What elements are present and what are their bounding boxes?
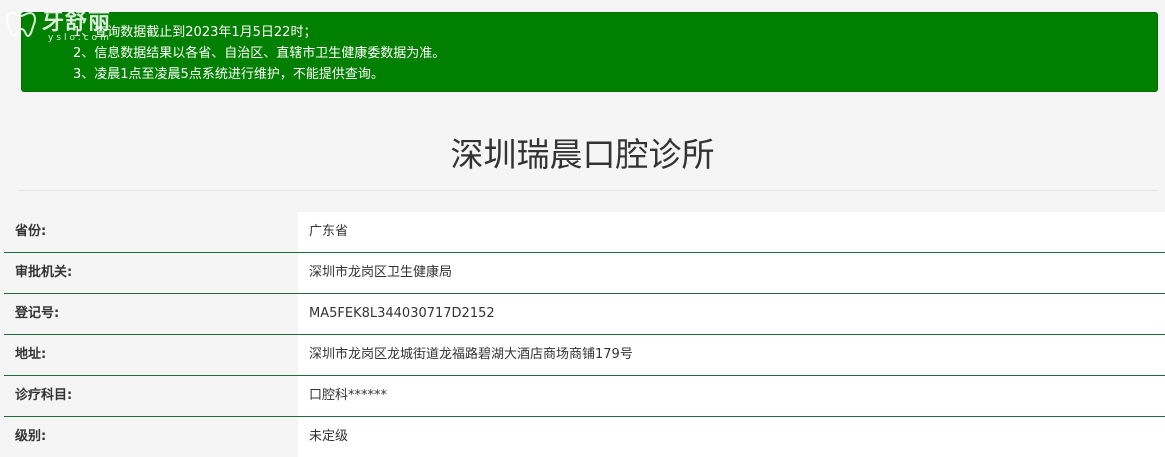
- watermark-text: 牙舒丽: [42, 9, 112, 35]
- row-value: 深圳市龙岗区卫生健康局: [298, 253, 1165, 293]
- notice-item: 3、凌晨1点至凌晨5点系统进行维护，不能提供查询。: [73, 67, 384, 82]
- row-label: 诊疗科目:: [4, 376, 298, 416]
- notice-item: 2、信息数据结果以各省、自治区、直辖市卫生健康委数据为准。: [73, 46, 446, 61]
- title-divider: [18, 190, 1158, 191]
- tooth-icon: [6, 11, 36, 38]
- info-row-departments: 诊疗科目: 口腔科******: [4, 376, 1165, 417]
- row-value: 口腔科******: [298, 376, 1165, 416]
- row-value: MA5FEK8L344030717D2152: [298, 294, 1165, 334]
- info-row-registration: 登记号: MA5FEK8L344030717D2152: [4, 294, 1165, 335]
- notice-banner: 1、查询数据截止到2023年1月5日22时； 2、信息数据结果以各省、自治区、直…: [21, 12, 1158, 92]
- watermark-logo: 牙舒丽 yslo.com: [4, 4, 134, 44]
- page: 1、查询数据截止到2023年1月5日22时； 2、信息数据结果以各省、自治区、直…: [0, 0, 1165, 457]
- row-value: 广东省: [298, 212, 1165, 252]
- info-table: 省份: 广东省 审批机关: 深圳市龙岗区卫生健康局 登记号: MA5FEK8L3…: [4, 212, 1165, 457]
- page-title: 深圳瑞晨口腔诊所: [450, 135, 715, 174]
- info-row-level: 级别: 未定级: [4, 417, 1165, 457]
- info-row-address: 地址: 深圳市龙岗区龙城街道龙福路碧湖大酒店商场商铺179号: [4, 335, 1165, 376]
- watermark-subtext: yslo.com: [48, 33, 112, 43]
- row-value: 未定级: [298, 417, 1165, 457]
- row-label: 地址:: [4, 335, 298, 375]
- row-label: 省份:: [4, 212, 298, 252]
- row-label: 审批机关:: [4, 253, 298, 293]
- row-label: 级别:: [4, 417, 298, 457]
- row-label: 登记号:: [4, 294, 298, 334]
- info-row-authority: 审批机关: 深圳市龙岗区卫生健康局: [4, 253, 1165, 294]
- info-row-province: 省份: 广东省: [4, 212, 1165, 253]
- row-value: 深圳市龙岗区龙城街道龙福路碧湖大酒店商场商铺179号: [298, 335, 1165, 375]
